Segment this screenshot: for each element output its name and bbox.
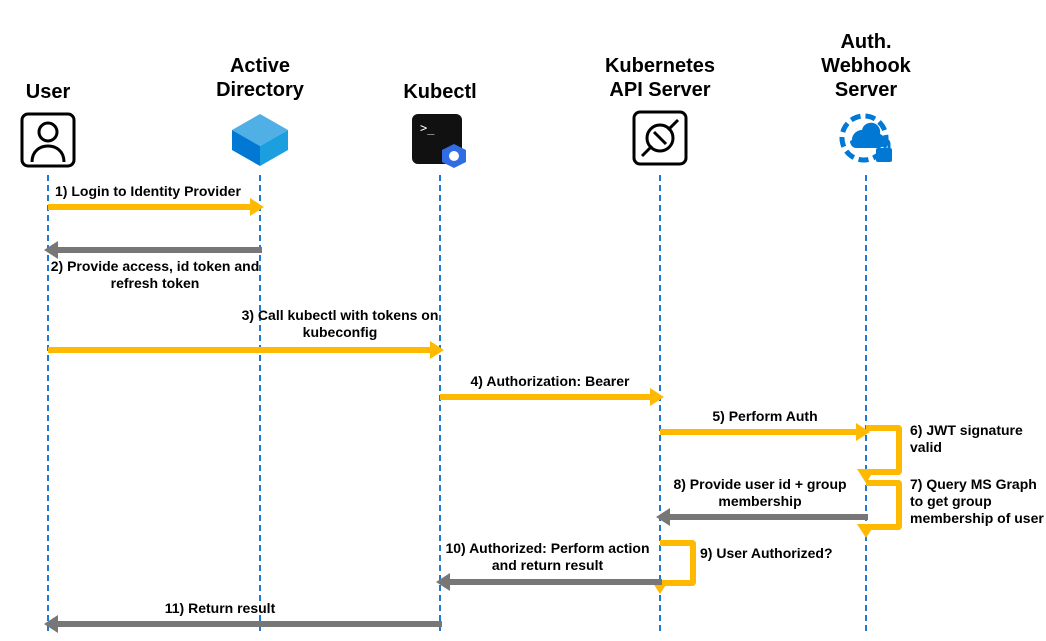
- label-step-5: 5) Perform Auth: [670, 408, 860, 425]
- participant-api: Kubernetes API Server: [600, 0, 720, 102]
- label-step-9: 9) User Authorized?: [700, 545, 860, 562]
- label-step-4: 4) Authorization: Bearer: [450, 373, 650, 390]
- sequence-diagram: User Active Directory Kubectl >_ Kuberne…: [0, 0, 1046, 641]
- self-loop-step-6: [866, 425, 902, 475]
- arrow-step-3: [48, 343, 442, 363]
- label-step-2: 2) Provide access, id token and refresh …: [50, 258, 260, 292]
- participant-kubectl: Kubectl >_: [395, 0, 485, 104]
- label-step-8: 8) Provide user id + group membership: [660, 476, 860, 510]
- arrow-step-4: [440, 390, 662, 410]
- arrow-step-5: [660, 425, 868, 445]
- arrow-step-11: [46, 617, 442, 637]
- label-step-1: 1) Login to Identity Provider: [55, 183, 255, 200]
- arrow-step-10: [438, 575, 662, 595]
- participant-user: User: [18, 0, 78, 104]
- svg-text:>_: >_: [420, 121, 435, 135]
- participant-webhook: Auth. Webhook Server: [816, 0, 916, 102]
- label-step-7: 7) Query MS Graph to get group membershi…: [910, 476, 1044, 527]
- label-step-3: 3) Call kubectl with tokens on kubeconfi…: [230, 307, 450, 341]
- label-step-6: 6) JWT signature valid: [910, 422, 1040, 456]
- self-loop-step-7: [866, 480, 902, 530]
- lifeline-webhook: [865, 175, 867, 631]
- participant-ad: Active Directory: [210, 0, 310, 102]
- self-loop-step-9: [660, 540, 696, 586]
- label-step-11: 11) Return result: [120, 600, 320, 617]
- label-step-10: 10) Authorized: Perform action and retur…: [440, 540, 655, 574]
- arrow-step-8: [658, 510, 868, 530]
- arrow-step-1: [48, 200, 262, 220]
